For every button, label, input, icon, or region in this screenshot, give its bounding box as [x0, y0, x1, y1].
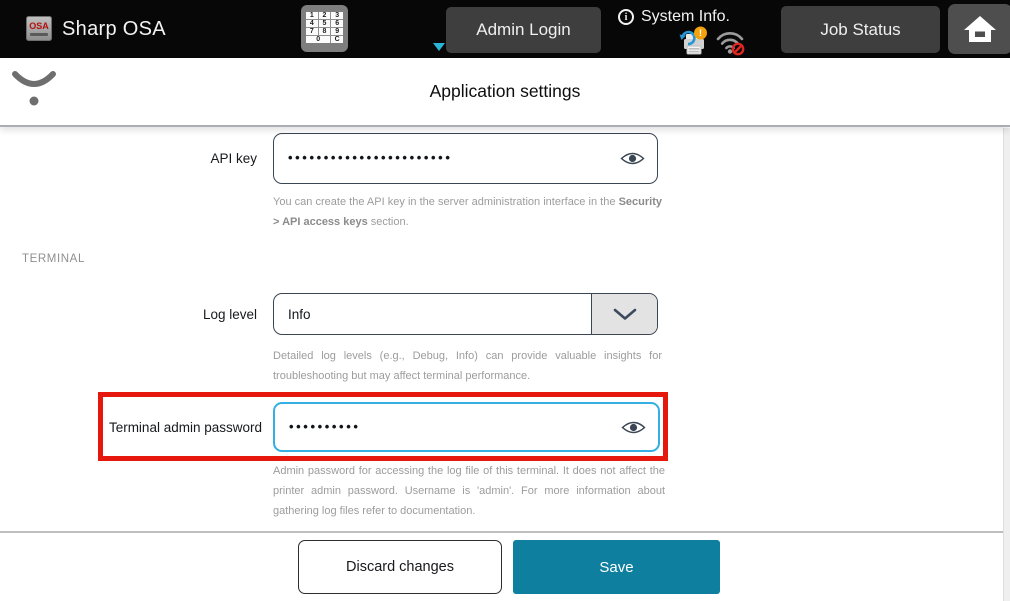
terminal-admin-password-masked-value: ••••••••••: [289, 419, 361, 434]
keypad-key: 1: [306, 12, 318, 19]
keypad-key: 9: [331, 28, 343, 35]
job-status-label: Job Status: [820, 20, 900, 40]
discard-changes-button[interactable]: Discard changes: [298, 540, 502, 594]
keypad-key: 5: [319, 20, 331, 27]
top-bar: OSA Sharp OSA 1 2 3 4 5 6 7 8 9 0 C Admi…: [0, 0, 1010, 58]
eye-icon: [621, 419, 646, 436]
terminal-admin-password-reveal-button[interactable]: [621, 419, 646, 436]
home-icon: [962, 13, 998, 45]
osa-logo-text: OSA: [29, 22, 49, 31]
footer-divider: [0, 531, 1010, 533]
terminal-admin-password-label: Terminal admin password: [67, 420, 262, 435]
home-button[interactable]: [948, 4, 1010, 54]
keypad-key: 0: [306, 36, 330, 43]
keypad-icon[interactable]: 1 2 3 4 5 6 7 8 9 0 C: [301, 5, 348, 52]
log-level-dropdown-button[interactable]: [591, 294, 657, 334]
keypad-key: 6: [331, 20, 343, 27]
keypad-key: 2: [319, 12, 331, 19]
log-level-help-text: Detailed log levels (e.g., Debug, Info) …: [273, 346, 662, 386]
admin-login-label: Admin Login: [476, 20, 571, 40]
wifi-disabled-icon: [715, 29, 745, 56]
dropdown-triangle-icon[interactable]: [433, 43, 445, 51]
keypad-key: 7: [306, 28, 318, 35]
svg-text:!: !: [699, 28, 702, 39]
keypad-key: 8: [319, 28, 331, 35]
terminal-admin-password-input[interactable]: ••••••••••: [273, 402, 660, 452]
keypad-key: C: [331, 36, 343, 43]
osa-logo-bar: [30, 33, 48, 36]
api-key-masked-value: •••••••••••••••••••••••: [288, 150, 452, 165]
eye-icon: [620, 150, 645, 167]
keypad-key: 3: [331, 12, 343, 19]
api-key-label: API key: [67, 151, 257, 166]
api-key-input[interactable]: •••••••••••••••••••••••: [273, 133, 658, 184]
save-label: Save: [599, 559, 633, 576]
osa-logo-icon: OSA: [26, 16, 52, 41]
system-info-label: System Info.: [641, 8, 730, 26]
discard-changes-label: Discard changes: [346, 559, 454, 575]
terminal-admin-password-help-text: Admin password for accessing the log fil…: [273, 461, 665, 521]
admin-login-button[interactable]: Admin Login: [446, 7, 601, 53]
keypad-grid: 1 2 3 4 5 6 7 8 9 0 C: [306, 12, 343, 43]
info-icon: i: [618, 9, 634, 25]
job-status-button[interactable]: Job Status: [781, 6, 940, 53]
sharp-osa-terminal-screen: OSA Sharp OSA 1 2 3 4 5 6 7 8 9 0 C Admi…: [0, 0, 1010, 601]
log-level-value: Info: [274, 307, 311, 322]
app-title: Sharp OSA: [62, 0, 166, 58]
printer-status-icon: !: [676, 26, 708, 56]
status-icons: !: [676, 27, 746, 56]
chevron-down-icon: [612, 307, 638, 321]
api-key-help-text: You can create the API key in the server…: [273, 192, 662, 232]
api-key-reveal-button[interactable]: [620, 150, 645, 167]
save-button[interactable]: Save: [513, 540, 720, 594]
log-level-select[interactable]: Info: [273, 293, 658, 335]
log-level-label: Log level: [67, 307, 257, 322]
collapse-pulldown-icon[interactable]: [8, 66, 60, 108]
scrollbar-track[interactable]: [1003, 128, 1010, 601]
keypad-key: 4: [306, 20, 318, 27]
terminal-section-label: TERMINAL: [22, 253, 85, 265]
page-title: Application settings: [0, 58, 1010, 125]
